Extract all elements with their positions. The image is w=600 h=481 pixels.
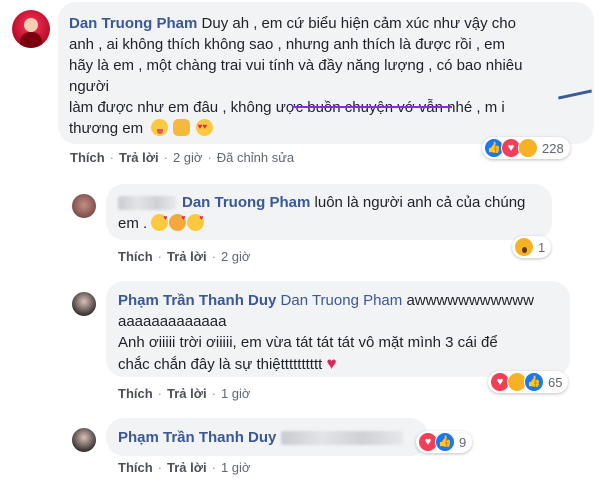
haha-reaction-icon (518, 138, 538, 158)
like-reaction-icon: 👍 (435, 432, 455, 452)
reply-link[interactable]: Trả lời (119, 150, 159, 165)
comment-actions: Thích · Trả lời · 1 giờ (118, 386, 251, 401)
comment-actions: Thích · Trả lời · 2 giờ · Đã chỉnh sửa (70, 150, 295, 165)
like-link[interactable]: Thích (118, 386, 153, 401)
comment-actions: Thích · Trả lời · 2 giờ (118, 249, 251, 264)
reaction-count: 9 (459, 434, 467, 450)
reaction-summary[interactable]: ♥ 👍 65 (488, 371, 569, 393)
comment-author[interactable]: Dan Truong Pham (69, 15, 197, 32)
like-reaction-icon: 👍 (524, 372, 544, 392)
reaction-summary[interactable]: 1 (512, 236, 552, 258)
like-link[interactable]: Thích (70, 150, 105, 165)
wow-reaction-icon (514, 237, 534, 257)
like-link[interactable]: Thích (118, 249, 153, 264)
mention-tag[interactable]: Dan Truong Pham (281, 292, 403, 309)
kiss-emoji-icon: ♥ (169, 214, 187, 231)
blurred-text (280, 431, 403, 446)
timestamp[interactable]: 2 giờ (173, 150, 203, 165)
comment-text: Phạm Trần Thanh Duy (118, 427, 428, 448)
avatar[interactable] (12, 10, 50, 48)
tongue-emoji-icon (151, 119, 169, 136)
timestamp[interactable]: 1 giờ (221, 460, 251, 475)
kiss-emoji-icon: ♥ (151, 214, 169, 231)
thumbs-up-emoji-icon (173, 119, 191, 136)
reaction-count: 65 (548, 374, 563, 390)
edited-label: Đã chỉnh sửa (216, 150, 295, 165)
like-link[interactable]: Thích (118, 460, 153, 475)
kiss-emoji-icon: ♥ (187, 214, 205, 231)
red-heart-icon: ♥ (326, 354, 337, 373)
reaction-count: 1 (538, 239, 546, 255)
comment-author[interactable]: Phạm Trần Thanh Duy (118, 292, 276, 309)
blurred-name (118, 196, 176, 211)
reply-link[interactable]: Trả lời (167, 460, 207, 475)
comment-author[interactable]: Phạm Trần Thanh Duy (118, 429, 276, 446)
comment-author[interactable]: Dan Truong Pham (182, 194, 310, 211)
avatar-body-icon (20, 32, 42, 48)
comment-text: Dan Truong Pham luôn là người anh cả của… (118, 194, 526, 232)
comment-actions: Thích · Trả lời · 1 giờ (118, 460, 251, 475)
avatar[interactable] (72, 292, 96, 316)
reaction-summary[interactable]: 👍 ♥ 228 (482, 137, 570, 159)
reply-link[interactable]: Trả lời (167, 386, 207, 401)
reply-link[interactable]: Trả lời (167, 249, 207, 264)
avatar[interactable] (72, 428, 96, 452)
avatar-figure-icon (24, 18, 38, 32)
reaction-count: 228 (542, 140, 564, 156)
timestamp[interactable]: 1 giờ (221, 386, 251, 401)
reaction-summary[interactable]: ♥ 👍 9 (416, 431, 473, 453)
comment-text: Dan Truong Pham Duy ah , em cứ biểu hiện… (69, 15, 523, 137)
avatar[interactable] (72, 194, 96, 218)
timestamp[interactable]: 2 giờ (221, 249, 251, 264)
comment-text: Phạm Trần Thanh Duy Dan Truong Pham awww… (118, 292, 534, 373)
strikethrough-mark (292, 106, 452, 108)
heart-eyes-emoji-icon: ♥♥ (195, 119, 213, 136)
